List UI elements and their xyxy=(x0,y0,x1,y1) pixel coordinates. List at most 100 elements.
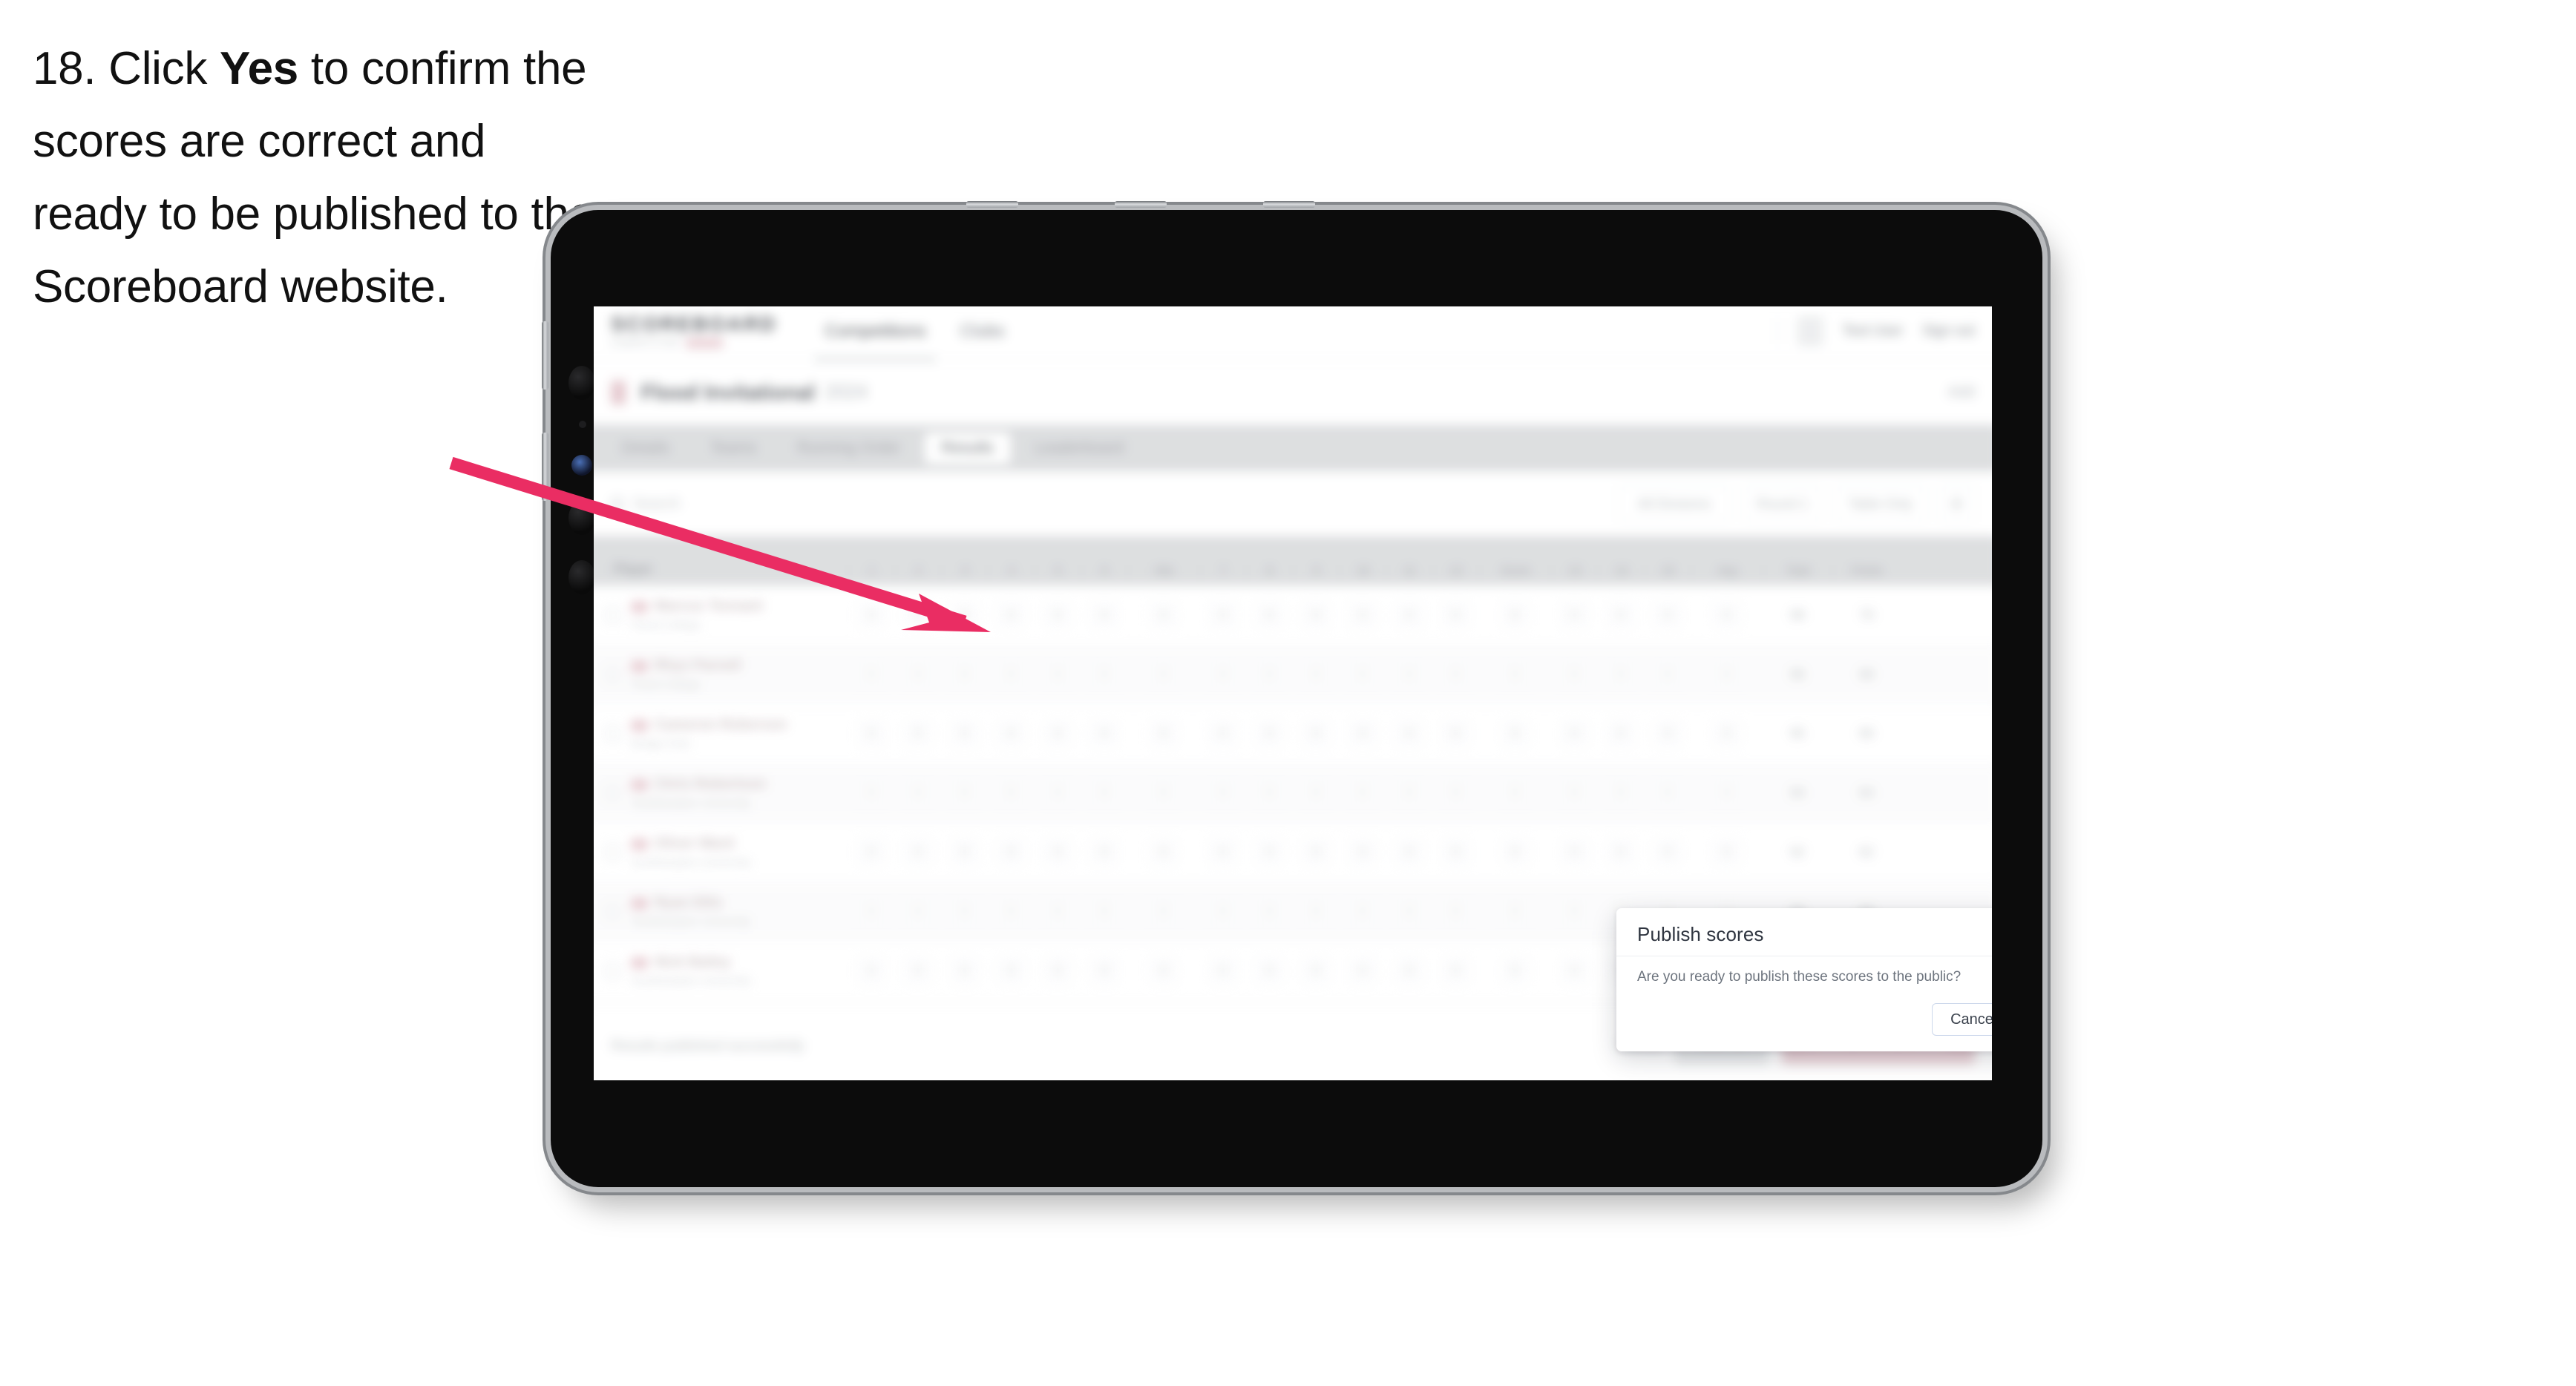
score-cell[interactable]: 0 xyxy=(1551,780,1598,806)
score-cell[interactable]: 0 xyxy=(1340,958,1386,984)
search-input[interactable]: Search xyxy=(611,487,1606,521)
score-cell[interactable]: 0 xyxy=(1200,780,1247,806)
score-cell[interactable]: 0 xyxy=(1246,780,1293,806)
score-cell[interactable]: 0 xyxy=(848,899,895,924)
table-row[interactable]: Chris Robertson Southampton University 0 0 0… xyxy=(594,763,1992,824)
score-cell[interactable]: 0 xyxy=(1551,899,1598,924)
score-cell[interactable]: 0 xyxy=(988,839,1035,865)
row-checkbox[interactable] xyxy=(605,903,621,920)
row-checkbox[interactable] xyxy=(605,726,621,742)
score-cell[interactable]: 0 xyxy=(1691,780,1763,806)
score-cell[interactable]: 0 xyxy=(1386,899,1432,924)
score-cell[interactable]: 0 xyxy=(1293,780,1340,806)
score-cell[interactable]: 0 xyxy=(1293,602,1340,628)
score-cell[interactable]: 0 xyxy=(1479,839,1551,865)
score-cell[interactable]: 0 xyxy=(1691,661,1763,687)
score-cell[interactable]: 0 xyxy=(1386,958,1432,984)
score-cell[interactable]: 0 xyxy=(1293,958,1340,984)
score-cell[interactable]: 0 xyxy=(1645,661,1691,687)
score-cell[interactable]: 0 xyxy=(1127,720,1199,746)
score-cell[interactable]: 0 xyxy=(1293,661,1340,687)
score-cell[interactable]: 0 xyxy=(1645,720,1691,746)
score-cell[interactable]: 0 xyxy=(1386,720,1432,746)
score-cell[interactable]: 0 xyxy=(1340,661,1386,687)
score-cell[interactable]: 0 xyxy=(1645,780,1691,806)
score-cell[interactable]: 0 xyxy=(1127,661,1199,687)
score-cell[interactable]: 0 xyxy=(1598,839,1645,865)
score-cell[interactable]: 0 xyxy=(1386,839,1432,865)
score-cell[interactable]: 0 xyxy=(1035,839,1081,865)
score-cell[interactable]: 0 xyxy=(1386,780,1432,806)
filter-round-select[interactable]: Round 1 xyxy=(1743,485,1823,522)
score-cell[interactable]: 0 xyxy=(1691,839,1763,865)
score-cell[interactable]: 0 xyxy=(1200,839,1247,865)
score-cell[interactable]: 0 xyxy=(941,899,988,924)
score-cell[interactable]: 0 xyxy=(1598,720,1645,746)
score-cell[interactable]: 0 xyxy=(1081,780,1128,806)
score-cell[interactable]: 0 xyxy=(988,602,1035,628)
score-cell[interactable]: 0 xyxy=(1479,780,1551,806)
event-action-link[interactable]: Add xyxy=(1948,384,1975,401)
score-cell[interactable]: 0 xyxy=(1035,899,1081,924)
score-cell[interactable]: 0 xyxy=(1340,720,1386,746)
score-cell[interactable]: 0 xyxy=(1340,780,1386,806)
score-cell[interactable]: 0 xyxy=(988,780,1035,806)
score-cell[interactable]: 0 xyxy=(1200,661,1247,687)
score-cell[interactable]: 0 xyxy=(848,780,895,806)
score-cell[interactable]: 0 xyxy=(1432,661,1479,687)
tab-details[interactable]: Details xyxy=(605,433,686,464)
table-row[interactable]: Cameron Roberson Bridge Park 0 0 0 0 0 0 0 0 0 0 0 0 0… xyxy=(594,704,1992,764)
score-cell[interactable]: 0 xyxy=(1551,839,1598,865)
score-cell[interactable]: 0 xyxy=(988,899,1035,924)
score-cell[interactable]: 0 xyxy=(1432,839,1479,865)
score-cell[interactable]: 0 xyxy=(848,720,895,746)
score-cell[interactable]: 0 xyxy=(1035,958,1081,984)
score-cell[interactable]: 0 xyxy=(1691,602,1763,628)
score-cell[interactable]: 0 xyxy=(1246,661,1293,687)
score-cell[interactable]: 0 xyxy=(895,780,942,806)
tab-results[interactable]: Results xyxy=(924,432,1011,464)
row-checkbox[interactable] xyxy=(605,962,621,979)
score-cell[interactable]: 0 xyxy=(848,602,895,628)
score-cell[interactable]: 0 xyxy=(848,839,895,865)
score-cell[interactable]: 0 xyxy=(1200,602,1247,628)
score-cell[interactable]: 0 xyxy=(895,958,942,984)
nav-item-clubs[interactable]: Clubs xyxy=(960,321,1005,341)
score-cell[interactable]: 0 xyxy=(1645,839,1691,865)
score-cell[interactable]: 0 xyxy=(1432,602,1479,628)
score-cell[interactable]: 0 xyxy=(1127,602,1199,628)
score-cell[interactable]: 0 xyxy=(1340,839,1386,865)
table-row[interactable]: Marcus Tennant Flood College 0 0 0 0 0 0 0 0 0 0 0 0 0… xyxy=(594,585,1992,646)
score-cell[interactable]: 0 xyxy=(895,661,942,687)
score-cell[interactable]: 0 xyxy=(1035,720,1081,746)
score-cell[interactable]: 0 xyxy=(1293,899,1340,924)
row-checkbox[interactable] xyxy=(605,784,621,801)
filter-division-select[interactable]: All Divisions xyxy=(1618,485,1731,522)
score-cell[interactable]: 0 xyxy=(1246,602,1293,628)
score-cell[interactable]: 0 xyxy=(1200,899,1247,924)
table-row[interactable]: Oliver Ward Southampton University 0 0 0 0 0 0 0… xyxy=(594,823,1992,883)
table-row[interactable]: Rhys Parnell Flood College 0 0 0 0 0 0 0 0 0 0 0 0 0 0 0… xyxy=(594,645,1992,705)
score-cell[interactable]: 0 xyxy=(1479,958,1551,984)
score-cell[interactable]: 0 xyxy=(988,958,1035,984)
score-cell[interactable]: 0 xyxy=(1035,661,1081,687)
score-cell[interactable]: 0 xyxy=(1479,602,1551,628)
score-cell[interactable]: 0 xyxy=(1035,602,1081,628)
score-cell[interactable]: 0 xyxy=(1246,958,1293,984)
score-cell[interactable]: 0 xyxy=(848,958,895,984)
score-cell[interactable]: 0 xyxy=(1432,899,1479,924)
row-checkbox[interactable] xyxy=(605,666,621,683)
score-cell[interactable]: 0 xyxy=(895,720,942,746)
score-cell[interactable]: 0 xyxy=(1432,720,1479,746)
score-cell[interactable]: 0 xyxy=(1081,720,1128,746)
score-cell[interactable]: 0 xyxy=(1081,899,1128,924)
score-cell[interactable]: 0 xyxy=(1293,720,1340,746)
score-cell[interactable]: 0 xyxy=(1598,661,1645,687)
score-cell[interactable]: 0 xyxy=(1081,958,1128,984)
score-cell[interactable]: 0 xyxy=(941,839,988,865)
score-cell[interactable]: 0 xyxy=(1035,780,1081,806)
cancel-button[interactable]: Cancel xyxy=(1932,1003,1992,1036)
score-cell[interactable]: 0 xyxy=(941,780,988,806)
brand-logo[interactable]: SCOREBOARD COMPETITION LIVE xyxy=(611,313,777,349)
score-cell[interactable]: 0 xyxy=(848,661,895,687)
